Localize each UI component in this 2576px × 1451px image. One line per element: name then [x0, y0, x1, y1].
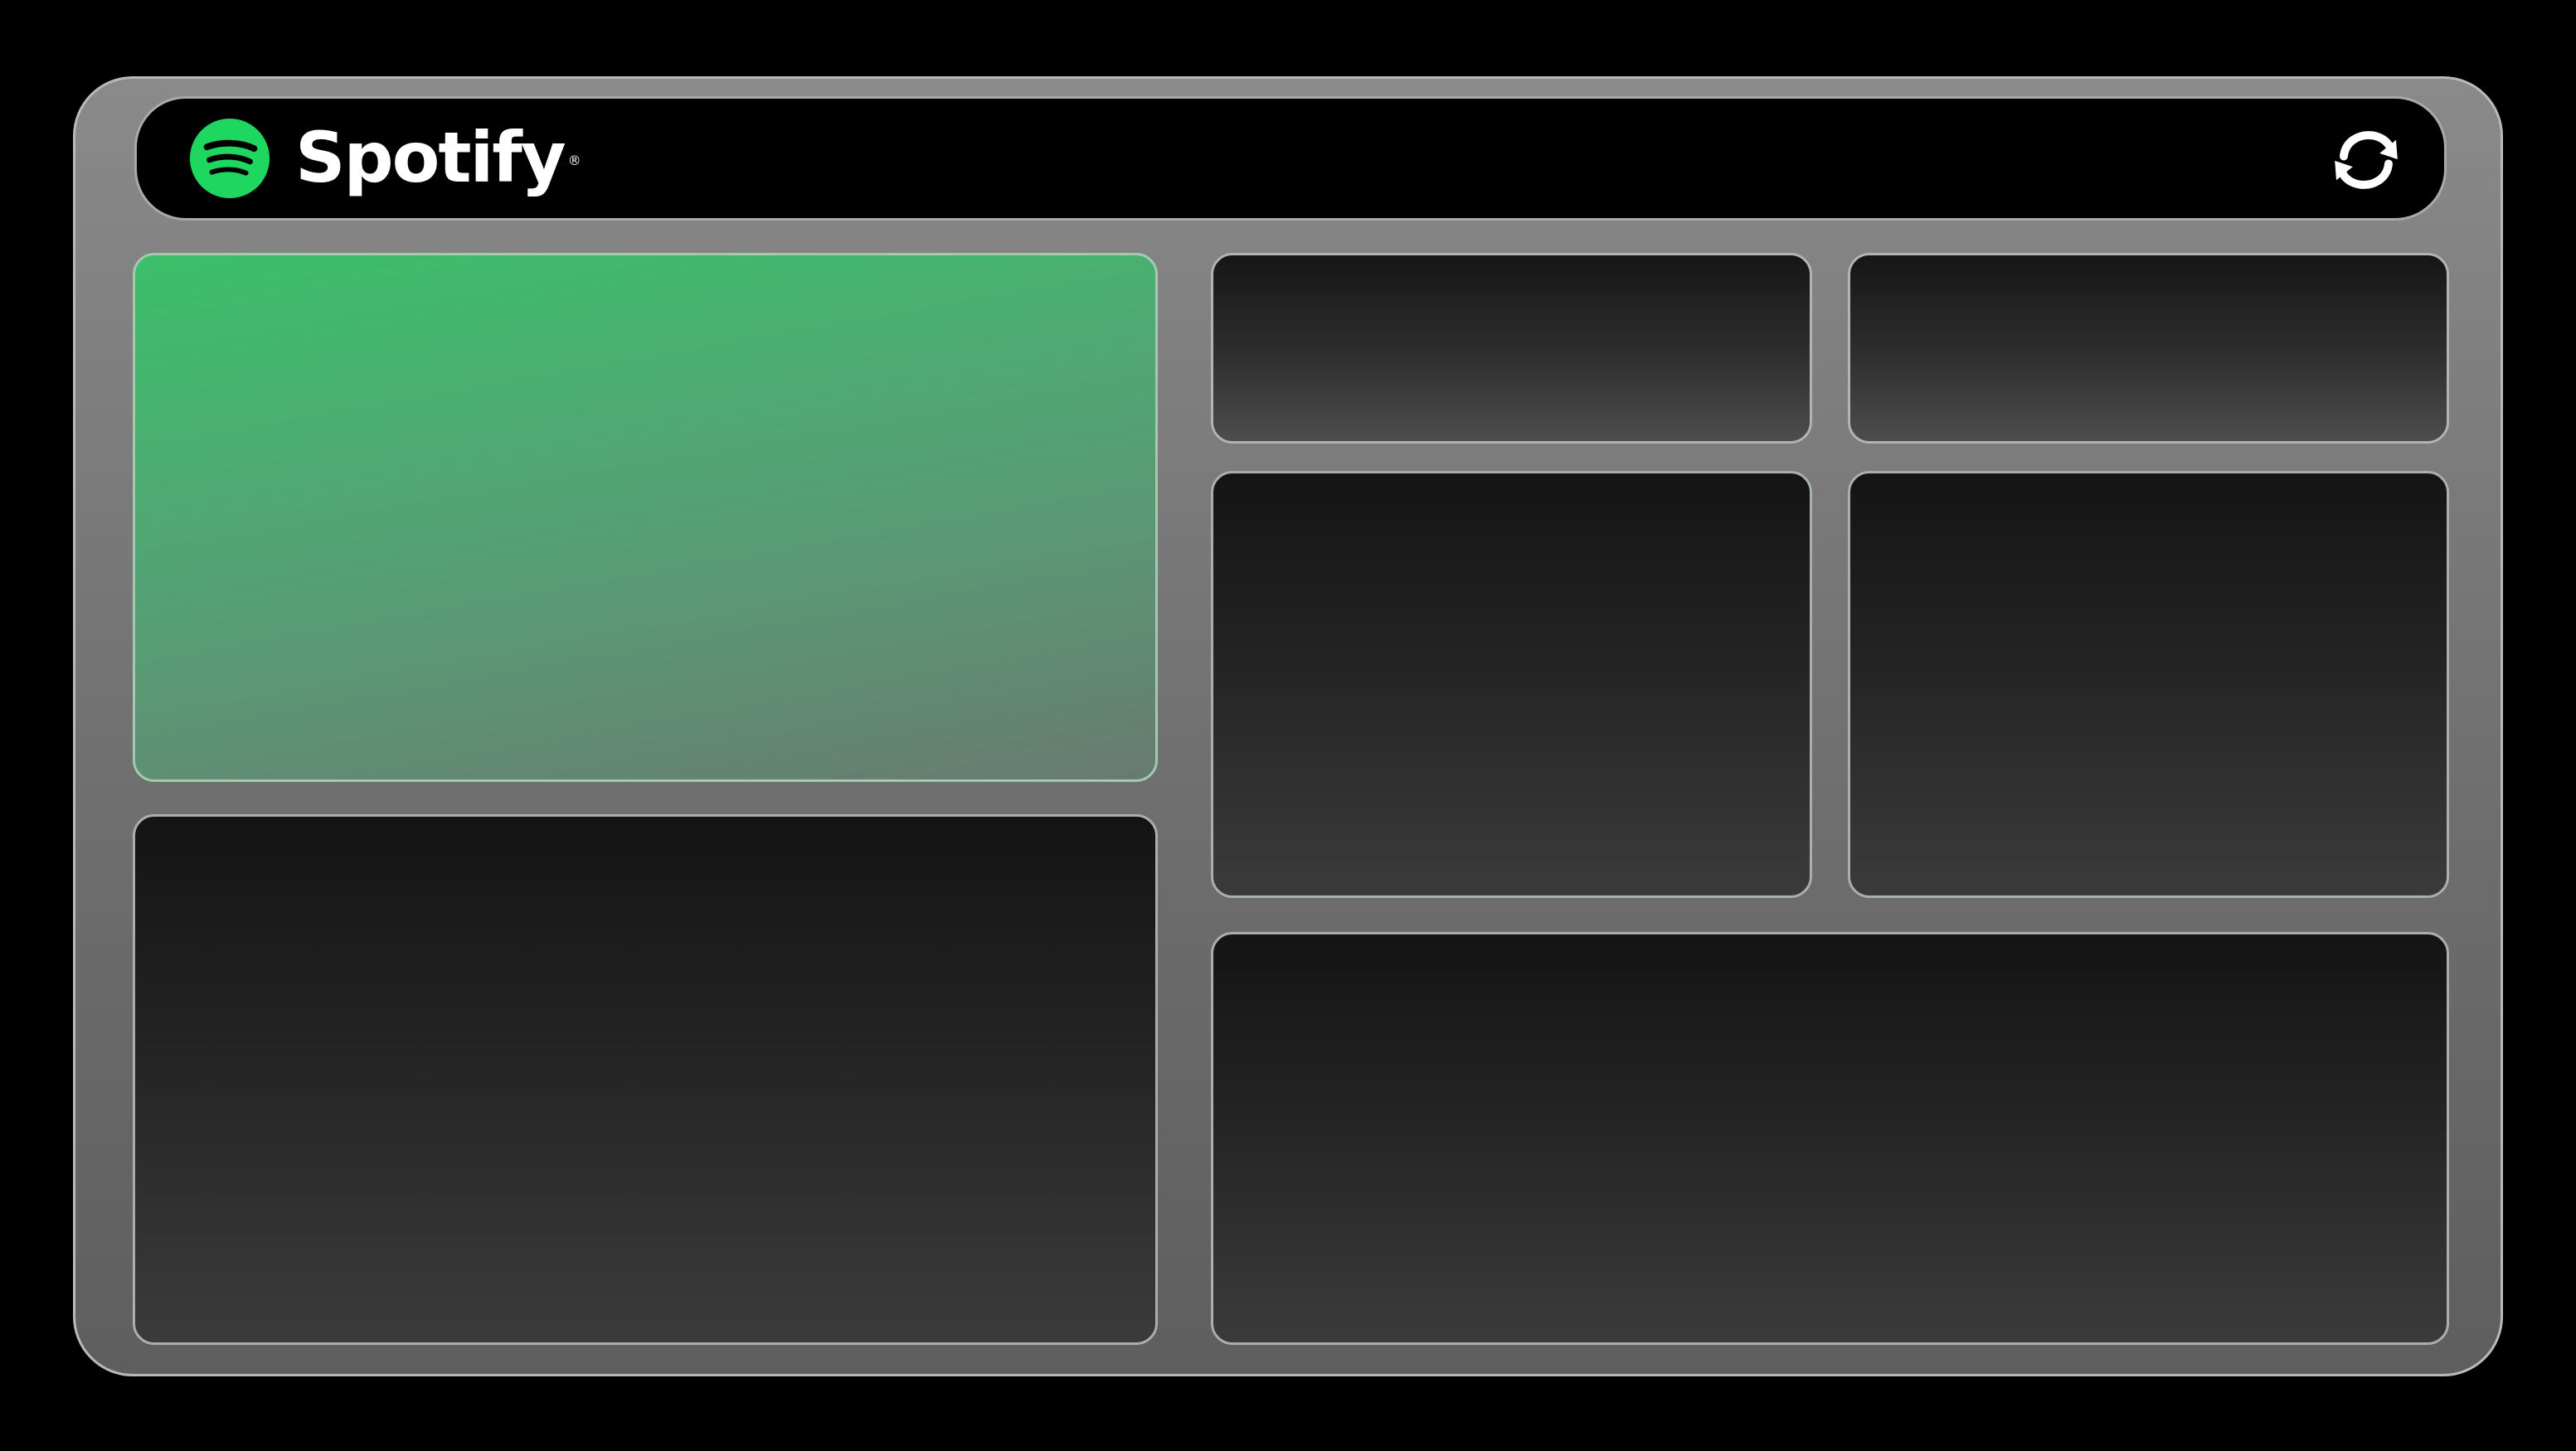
top-stat-panel-2[interactable] — [1848, 253, 2449, 444]
top-stat-panel-1[interactable] — [1211, 253, 1812, 444]
featured-panel[interactable] — [133, 253, 1158, 782]
registered-mark: ® — [567, 153, 581, 168]
middle-panel-2[interactable] — [1848, 471, 2449, 898]
brand-wordmark: Spotify ® — [295, 117, 581, 198]
spotify-logo-icon — [189, 118, 270, 199]
brand-name: Spotify — [295, 117, 566, 198]
sync-icon[interactable] — [2329, 126, 2403, 194]
middle-panel-1[interactable] — [1211, 471, 1812, 898]
bottom-left-panel[interactable] — [133, 814, 1158, 1345]
bottom-right-panel[interactable] — [1211, 932, 2449, 1345]
